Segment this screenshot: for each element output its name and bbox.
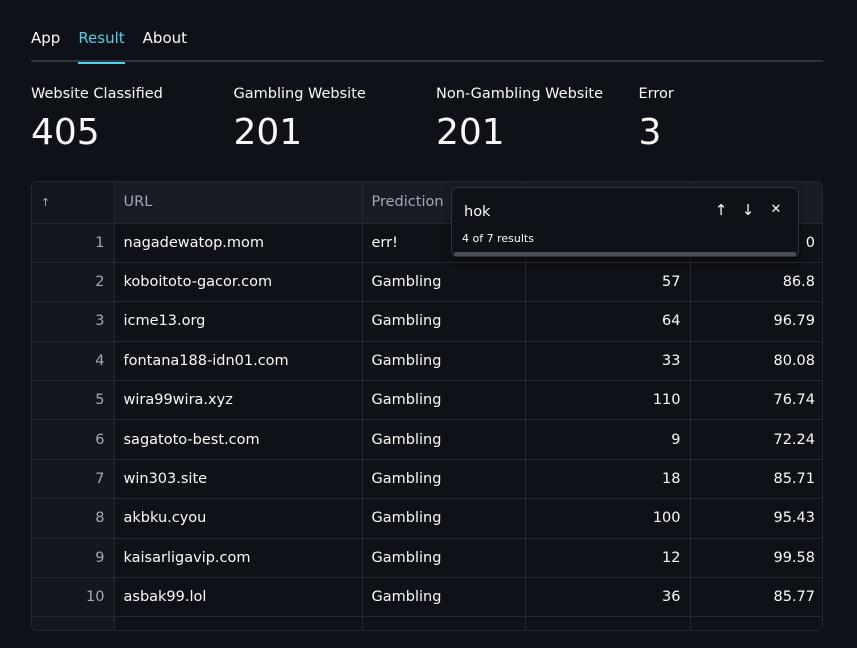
cell-value[interactable]: 12 [525,538,691,579]
table-row[interactable]: 10 asbak99.lol Gambling 36 85.77 [32,577,822,618]
metric-value: 3 [638,112,662,153]
row-index[interactable]: 5 [32,380,115,421]
cell-prediction[interactable]: Gambling [362,301,526,342]
table-row[interactable]: 2 koboitoto-gacor.com Gambling 57 86.8 [32,262,822,303]
cell-value[interactable]: 33 [525,341,691,382]
cell-value[interactable]: 80.08 [690,341,822,382]
search-scrollbar[interactable] [454,252,796,256]
row-index[interactable]: 4 [32,341,115,382]
row-index[interactable]: 6 [32,419,115,460]
cell-value[interactable]: 100 [525,498,691,539]
search-result-count: 4 of 7 results [462,232,534,245]
cell-prediction[interactable]: Gambling [362,577,526,618]
cell-prediction[interactable]: Gambling [362,419,526,460]
cell-url[interactable]: win303.site [114,459,363,500]
cell-value[interactable]: 96.79 [690,301,822,342]
cell-prediction[interactable]: Gambling [362,262,526,303]
row-index[interactable]: 9 [32,538,115,579]
table-row[interactable]: 6 sagatoto-best.com Gambling 9 72.24 [32,419,822,460]
column-header-url[interactable]: URL [114,182,363,224]
metric-value: 201 [436,112,505,153]
tab-result[interactable]: Result [78,22,126,64]
cell-value[interactable]: 18 [525,459,691,500]
results-page: App Result About Website Classified 405 … [0,0,857,648]
table-cell[interactable] [32,616,115,630]
table-cell[interactable] [114,616,363,630]
tab-about[interactable]: About [143,22,187,62]
arrow-up-icon[interactable]: ↑ [710,199,732,221]
cell-url[interactable]: fontana188-idn01.com [114,341,363,382]
cell-value[interactable]: 99.58 [690,538,822,579]
close-icon[interactable]: ✕ [765,199,787,221]
row-index[interactable]: 10 [32,577,115,618]
sort-arrow-icon[interactable]: ↑ [41,196,50,209]
cell-value[interactable]: 57 [525,262,691,303]
row-index[interactable]: 3 [32,301,115,342]
cell-prediction[interactable]: Gambling [362,538,526,579]
cell-url[interactable]: asbak99.lol [114,577,363,618]
table-row[interactable]: 9 kaisarligavip.com Gambling 12 99.58 [32,538,822,579]
cell-prediction[interactable]: Gambling [362,380,526,421]
row-index[interactable]: 7 [32,459,115,500]
table-row[interactable] [32,616,822,630]
cell-value[interactable]: 76.74 [690,380,822,421]
cell-url[interactable]: akbku.cyou [114,498,363,539]
metric-non-gambling-website: Non-Gambling Website 201 [436,84,639,156]
cell-url[interactable]: kaisarligavip.com [114,538,363,579]
cell-value[interactable]: 9 [525,419,691,460]
row-index[interactable]: 1 [32,223,115,263]
cell-value[interactable]: 110 [525,380,691,421]
cell-value[interactable]: 95.43 [690,498,822,539]
table-cell[interactable] [525,616,691,630]
cell-value[interactable]: 85.77 [690,577,822,618]
table-cell[interactable] [362,616,526,630]
cell-value[interactable]: 85.71 [690,459,822,500]
row-index[interactable]: 2 [32,262,115,303]
table-row[interactable]: 3 icme13.org Gambling 64 96.79 [32,301,822,342]
index-column-header[interactable]: ↑ [32,182,115,224]
table-row[interactable]: 5 wira99wira.xyz Gambling 110 76.74 [32,380,822,421]
cell-url[interactable]: wira99wira.xyz [114,380,363,421]
cell-url[interactable]: sagatoto-best.com [114,419,363,460]
table-row[interactable]: 8 akbku.cyou Gambling 100 95.43 [32,498,822,539]
metric-value: 201 [233,112,303,153]
cell-value[interactable]: 72.24 [690,419,822,460]
cell-prediction[interactable]: Gambling [362,341,526,382]
metric-label: Non-Gambling Website [436,86,603,102]
metric-value: 405 [31,112,100,153]
cell-value[interactable]: 64 [525,301,691,342]
arrow-down-icon[interactable]: ↓ [737,199,759,221]
metric-label: Gambling Website [233,86,366,102]
metric-error: Error 3 [639,84,842,156]
metric-label: Error [638,86,674,102]
cell-url[interactable]: nagadewatop.mom [114,223,363,263]
metric-website-classified: Website Classified 405 [31,84,234,156]
metrics-row: Website Classified 405 Gambling Website … [31,84,841,156]
cell-value[interactable]: 86.8 [690,262,822,303]
cell-prediction[interactable]: Gambling [362,498,526,539]
cell-prediction[interactable]: Gambling [362,459,526,500]
tab-app[interactable]: App [31,22,60,62]
metric-label: Website Classified [31,86,163,102]
metric-gambling-website: Gambling Website 201 [234,84,437,156]
tab-bar: App Result About [31,22,823,64]
table-cell[interactable] [690,616,822,630]
cell-url[interactable]: icme13.org [114,301,363,342]
cell-url[interactable]: koboitoto-gacor.com [114,262,363,303]
find-in-table-popup: 4 of 7 results ↑ ↓ ✕ [451,187,799,257]
cell-value[interactable]: 36 [525,577,691,618]
table-row[interactable]: 7 win303.site Gambling 18 85.71 [32,459,822,500]
search-input[interactable] [464,202,694,222]
table-row[interactable]: 4 fontana188-idn01.com Gambling 33 80.08 [32,341,822,382]
row-index[interactable]: 8 [32,498,115,539]
